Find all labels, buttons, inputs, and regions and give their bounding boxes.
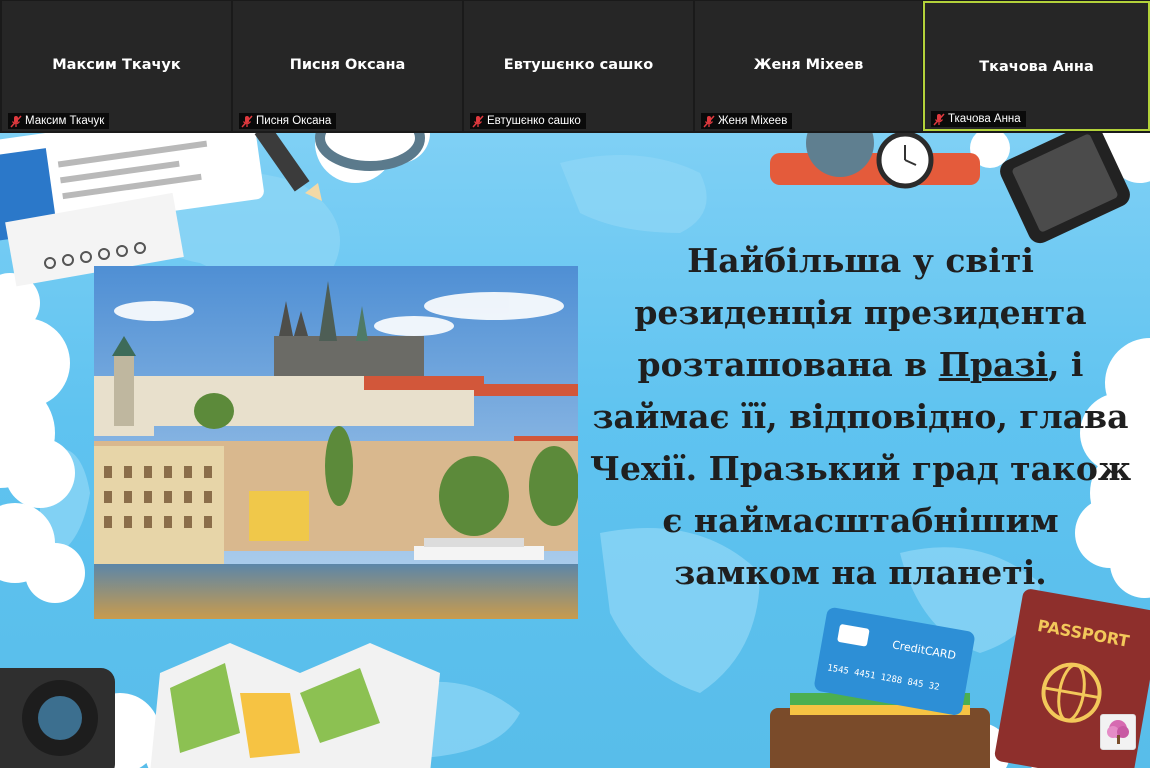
folded-map-icon: [150, 643, 440, 768]
participant-label-text: Максим Ткачук: [25, 115, 105, 127]
prague-castle-photo: [94, 266, 578, 619]
slide-text: Найбільша у світі резиденція президента …: [588, 235, 1133, 599]
participant-name-5: Ткачова Анна: [979, 59, 1094, 75]
shared-screen-slide: CreditCARD 1545 4451 1288 845 32 PASSPOR…: [0, 133, 1150, 768]
participant-tile-5-active-speaker[interactable]: Ткачова Анна Ткачова Анна: [923, 1, 1150, 131]
muted-mic-icon: [472, 114, 484, 128]
muted-mic-icon: [10, 114, 22, 128]
participant-tile-1[interactable]: Максим Ткачук Максим Ткачук: [2, 1, 231, 131]
participant-name-1: Максим Ткачук: [52, 57, 181, 73]
wristwatch-icon: [770, 133, 980, 189]
participant-tile-3[interactable]: Евтушєнко сашко Евтушєнко сашко: [464, 1, 693, 131]
participant-label-5: Ткачова Анна: [931, 111, 1026, 127]
participant-label-text: Писня Оксана: [256, 115, 332, 127]
participant-name-3: Евтушєнко сашко: [503, 57, 654, 73]
participant-name-2: Писня Оксана: [289, 57, 406, 73]
participant-label-text: Женя Міхеев: [718, 115, 788, 127]
participant-label-4: Женя Міхеев: [701, 113, 793, 129]
participant-label-text: Евтушєнко сашко: [487, 115, 581, 127]
participant-strip: Максим Ткачук Максим Ткачук Писня Оксана…: [0, 0, 1150, 133]
participant-label-2: Писня Оксана: [239, 113, 337, 129]
camera-icon: [0, 668, 115, 768]
muted-mic-icon: [703, 114, 715, 128]
participant-tile-4[interactable]: Женя Міхеев Женя Міхеев: [695, 1, 922, 131]
participant-label-3: Евтушєнко сашко: [470, 113, 586, 129]
participant-label-text: Ткачова Анна: [948, 113, 1021, 125]
participant-label-1: Максим Ткачук: [8, 113, 110, 129]
muted-mic-icon: [933, 112, 945, 126]
presenter-logo-icon: [1100, 714, 1136, 750]
participant-tile-2[interactable]: Писня Оксана Писня Оксана: [233, 1, 462, 131]
slide-text-link[interactable]: Празі: [939, 345, 1048, 384]
tree-icon: [1107, 720, 1129, 744]
participant-name-4: Женя Міхеев: [753, 57, 864, 73]
muted-mic-icon: [241, 114, 253, 128]
